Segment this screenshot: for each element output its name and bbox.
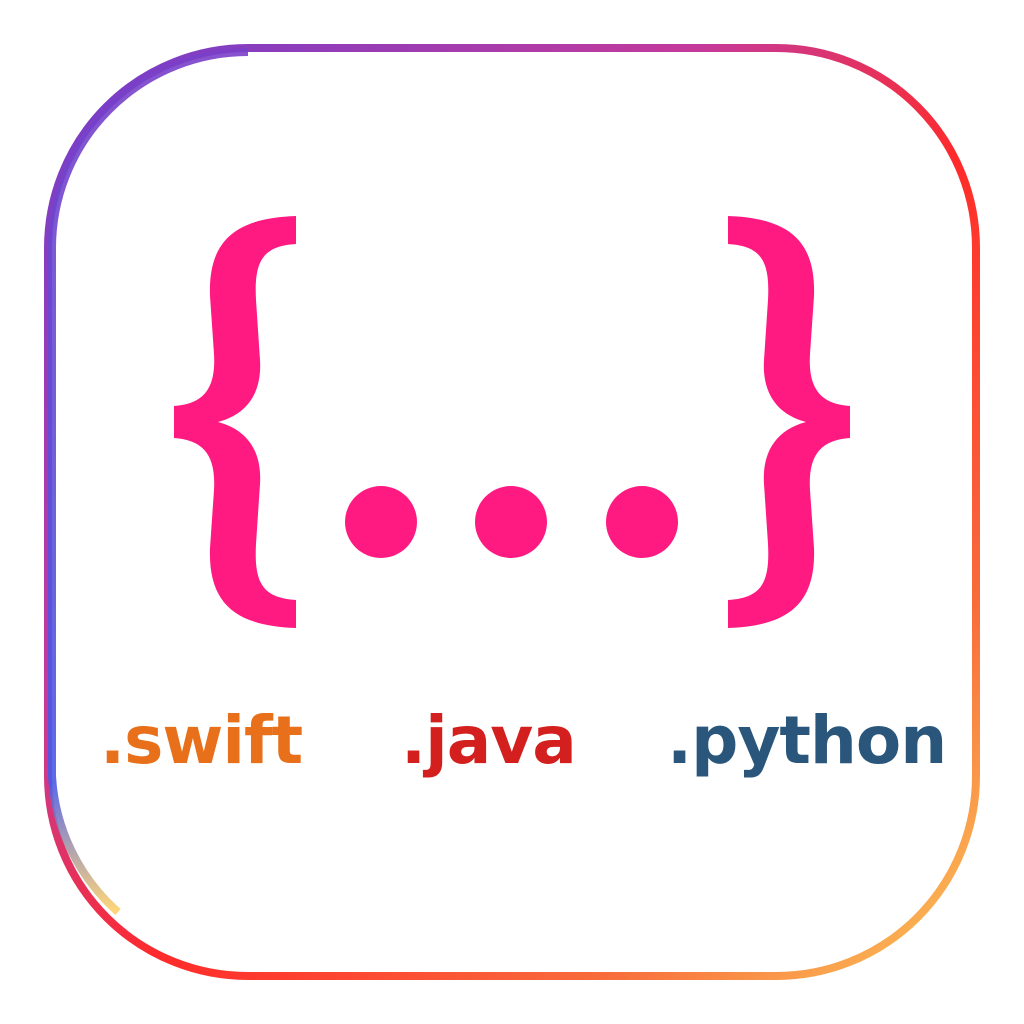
ellipsis-dot-icon	[345, 486, 417, 558]
python-label: .python	[667, 702, 947, 779]
ellipsis-dot-icon	[606, 486, 678, 558]
swift-label: .swift	[100, 702, 303, 779]
icon-graphic	[44, 44, 980, 980]
ellipsis-dot-icon	[475, 486, 547, 558]
java-label: .java	[401, 702, 577, 779]
app-icon: .swift .java .python	[0, 0, 1024, 1024]
